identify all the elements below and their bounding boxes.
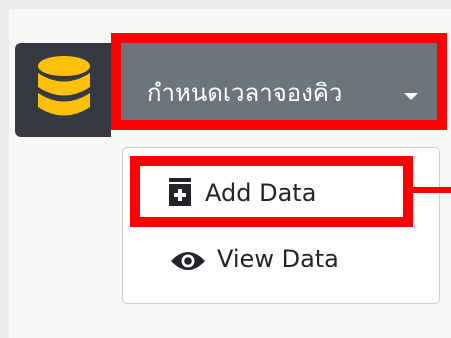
dropdown-menu: Add Data View Data (122, 147, 440, 304)
menu-item-add-data[interactable]: Add Data (123, 168, 439, 218)
brand-tile (15, 43, 111, 137)
menu-item-label: Add Data (205, 179, 317, 207)
schedule-dropdown-toggle[interactable]: กำหนดเวลาจองคิว (111, 33, 447, 130)
menu-item-label: View Data (217, 245, 339, 273)
database-icon (38, 56, 90, 116)
schedule-menu-label: กำหนดเวลาจองคิว (147, 79, 343, 107)
file-add-icon (169, 178, 191, 206)
caret-down-icon (404, 93, 418, 100)
eye-icon (171, 252, 205, 270)
annotation-connector-line (413, 187, 451, 193)
menu-item-view-data[interactable]: View Data (123, 236, 439, 286)
